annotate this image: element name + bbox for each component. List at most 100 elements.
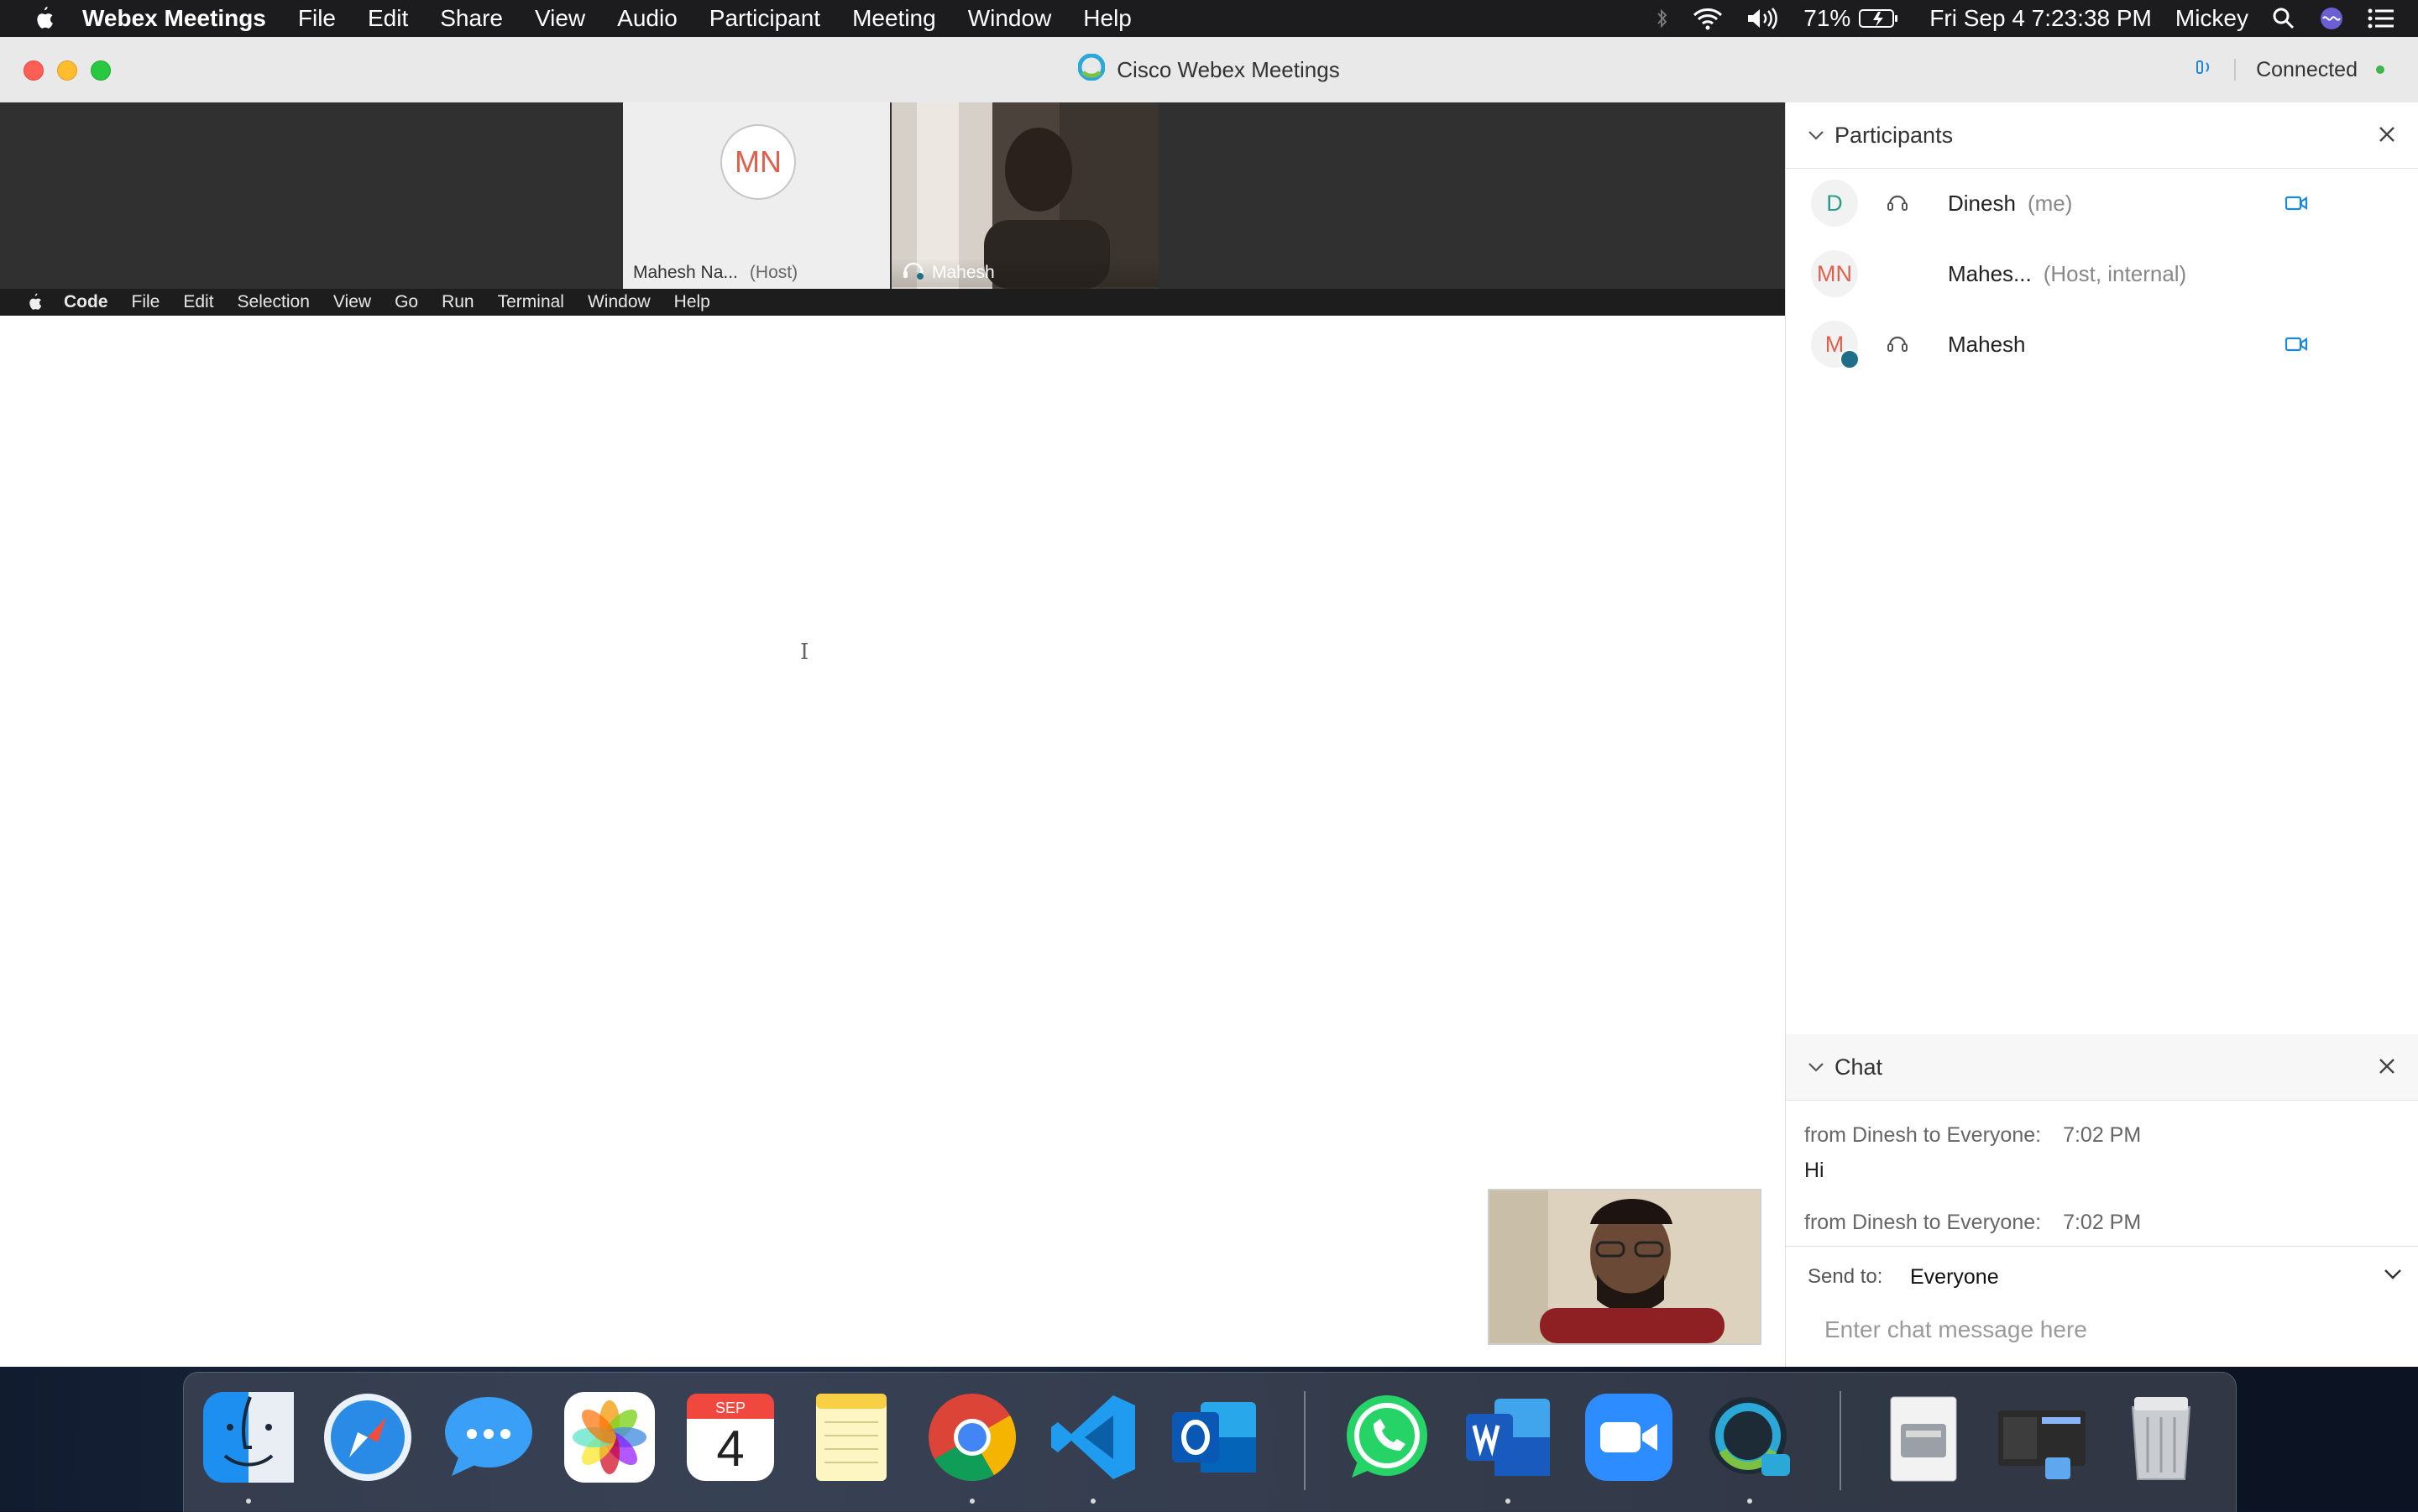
avatar: MN <box>1811 250 1858 297</box>
whatsapp-icon[interactable] <box>1337 1388 1437 1487</box>
participant-row[interactable]: M Mahesh <box>1786 309 2418 379</box>
webex-meetings-icon[interactable] <box>1700 1388 1799 1487</box>
vscode-icon[interactable] <box>1044 1388 1143 1487</box>
participant-name-text: Dinesh <box>1948 190 2016 216</box>
bluetooth-icon[interactable] <box>1656 7 1669 30</box>
menu-meeting[interactable]: Meeting <box>852 5 936 32</box>
notes-icon[interactable] <box>802 1388 901 1487</box>
word-icon[interactable] <box>1458 1388 1557 1487</box>
shared-menu-terminal: Terminal <box>497 292 564 311</box>
network-signal-icon[interactable] <box>2194 56 2216 84</box>
self-view-video[interactable] <box>1488 1189 1761 1345</box>
avatar: M <box>1811 321 1860 369</box>
participant-name: Dinesh (me) <box>1948 191 2072 217</box>
participant-row[interactable]: D Dinesh (me) <box>1786 168 2418 238</box>
participants-title: Participants <box>1834 122 1954 148</box>
safari-icon[interactable] <box>318 1388 417 1487</box>
video-filmstrip: MN Mahesh Na... (Host) Mahesh <box>0 102 1785 289</box>
volume-icon[interactable] <box>1746 7 1780 30</box>
clock[interactable]: Fri Sep 4 7:23:38 PM <box>1929 5 2152 32</box>
participant-video-tile[interactable]: MN Mahesh Na... (Host) <box>623 102 890 289</box>
connected-indicator <box>2376 65 2384 74</box>
menu-view[interactable]: View <box>535 5 585 32</box>
avatar: MN <box>720 124 796 200</box>
collapse-participants-chevron-icon[interactable] <box>1808 129 1824 141</box>
tile-name: Mahesh <box>932 263 995 282</box>
macos-menu-bar: Webex Meetings File Edit Share View Audi… <box>0 0 2418 37</box>
close-participants-icon[interactable] <box>2377 124 2397 144</box>
headset-icon[interactable] <box>1887 192 1908 214</box>
shared-menu-window: Window <box>587 292 651 311</box>
send-to-select[interactable]: Everyone <box>1910 1259 1999 1295</box>
zoom-icon[interactable] <box>1579 1388 1678 1487</box>
webex-window: Cisco Webex Meetings Connected MN Mahesh… <box>0 37 2418 1367</box>
menu-file[interactable]: File <box>298 5 336 32</box>
chat-message-sender: from Dinesh to Everyone: <box>1804 1123 2042 1147</box>
menu-edit[interactable]: Edit <box>368 5 408 32</box>
shared-content-area[interactable]: MN Mahesh Na... (Host) Mahesh Code File … <box>0 102 1785 1367</box>
photos-icon[interactable] <box>560 1388 659 1487</box>
participant-name-text: Mahes... <box>1948 260 2032 286</box>
menu-window[interactable]: Window <box>968 5 1052 32</box>
chrome-icon[interactable] <box>923 1388 1022 1487</box>
finder-icon[interactable] <box>199 1388 298 1487</box>
document-stack-icon[interactable] <box>1873 1388 1972 1487</box>
chat-message-text: Hi <box>1804 1159 1824 1182</box>
tile-name-label: Mahesh Na... (Host) <box>623 259 798 287</box>
tile-name: Mahesh Na... <box>633 263 738 282</box>
menu-share[interactable]: Share <box>440 5 503 32</box>
window-title-bar: Cisco Webex Meetings Connected <box>0 37 2418 103</box>
wifi-icon[interactable] <box>1693 7 1723 30</box>
shared-menu-view: View <box>332 292 372 311</box>
battery-icon[interactable] <box>1859 8 1899 29</box>
menu-participant[interactable]: Participant <box>709 5 820 32</box>
tile-role: (Host) <box>749 263 798 282</box>
menu-app-name[interactable]: Webex Meetings <box>82 5 266 32</box>
apple-icon[interactable] <box>34 7 54 30</box>
headset-icon[interactable] <box>1887 333 1908 355</box>
menu-help[interactable]: Help <box>1083 5 1132 32</box>
running-indicator <box>1505 1499 1510 1504</box>
trash-icon[interactable] <box>2112 1388 2211 1487</box>
participant-row[interactable]: MN Mahes... (Host, internal) <box>1786 238 2418 309</box>
shared-menu-run: Run <box>442 292 474 311</box>
send-to-label: Send to: <box>1808 1265 1883 1288</box>
shared-menu-go: Go <box>395 292 419 311</box>
outlook-icon[interactable] <box>1165 1388 1264 1487</box>
video-camera-icon[interactable] <box>2285 195 2308 212</box>
siri-icon[interactable] <box>2319 6 2344 31</box>
connection-status: Connected <box>2194 37 2384 102</box>
chevron-down-icon[interactable] <box>2384 1268 2402 1279</box>
video-camera-icon[interactable] <box>2285 336 2308 353</box>
participant-name: Mahes... (Host, internal) <box>1948 261 2186 287</box>
user-name[interactable]: Mickey <box>2175 5 2248 32</box>
dock-divider <box>1304 1391 1306 1490</box>
chat-message-input[interactable] <box>1823 1308 2405 1352</box>
chat-message-meta: from Dinesh to Everyone: 7:02 PM <box>1804 1211 2141 1235</box>
close-chat-icon[interactable] <box>2377 1056 2397 1076</box>
text-cursor-icon: I <box>800 640 809 665</box>
screenshots-folder-icon[interactable] <box>1992 1388 2091 1487</box>
running-indicator <box>246 1499 251 1504</box>
connection-status-text: Connected <box>2256 57 2358 81</box>
window-title: Cisco Webex Meetings <box>0 37 2418 102</box>
chat-title: Chat <box>1834 1054 1883 1080</box>
shared-app-menu-bar: Code File Edit Selection View Go Run Ter… <box>0 289 1785 316</box>
shared-menu-file: File <box>131 292 160 311</box>
collapse-chat-chevron-icon[interactable] <box>1808 1061 1824 1073</box>
participant-video-tile[interactable]: Mahesh <box>892 102 1159 289</box>
messages-icon[interactable] <box>439 1388 538 1487</box>
webex-status-badge <box>1840 349 1860 369</box>
participant-name-text: Mahesh <box>1948 331 2026 357</box>
spotlight-search-icon[interactable] <box>2272 7 2295 30</box>
notification-center-icon[interactable] <box>2368 8 2394 29</box>
chat-panel-header: Chat <box>1786 1034 2418 1101</box>
running-indicator <box>1747 1499 1752 1504</box>
calendar-icon[interactable]: SEP 4 <box>681 1388 780 1487</box>
menu-audio[interactable]: Audio <box>617 5 678 32</box>
macos-dock: SEP 4 <box>183 1372 2237 1512</box>
self-view-feed <box>1489 1190 1760 1343</box>
chat-message-sender: from Dinesh to Everyone: <box>1804 1211 2042 1234</box>
chat-message-time: 7:02 PM <box>2063 1211 2142 1234</box>
battery-percent: 71% <box>1803 5 1851 31</box>
